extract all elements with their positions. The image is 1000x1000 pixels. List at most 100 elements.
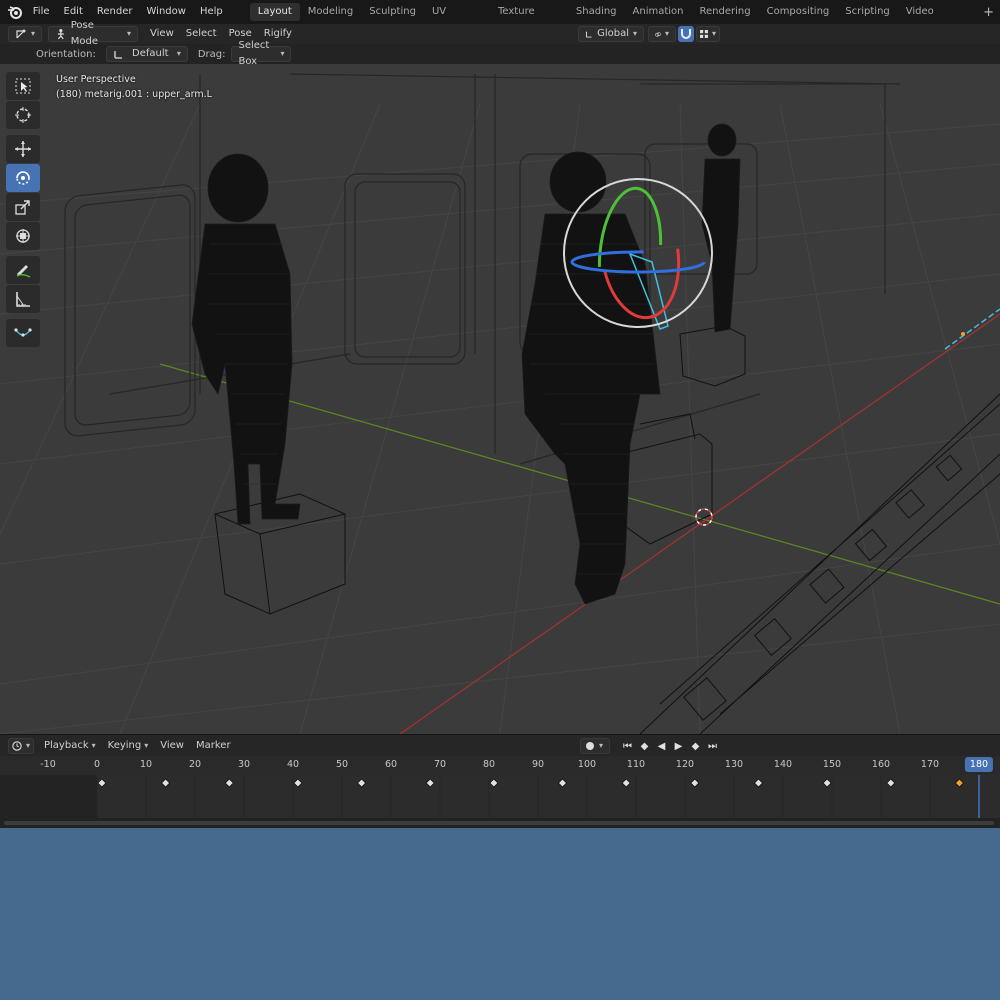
menu-window[interactable]: Window xyxy=(140,0,193,24)
cursor-tool[interactable] xyxy=(6,101,40,129)
keyframe[interactable] xyxy=(690,778,700,788)
jump-start-button[interactable]: ⏮ xyxy=(620,738,635,754)
tab-modeling[interactable]: Modeling xyxy=(300,3,362,21)
bone-envelope-tool[interactable] xyxy=(6,319,40,347)
timeline-scrollbar[interactable] xyxy=(0,818,1000,828)
scrollbar-thumb[interactable] xyxy=(4,821,994,825)
menu-select[interactable]: Select xyxy=(180,26,223,42)
play-button[interactable]: ▶ xyxy=(671,738,686,754)
scale-tool[interactable] xyxy=(6,193,40,221)
rotate-icon xyxy=(16,171,30,185)
move-tool[interactable] xyxy=(6,135,40,163)
scale-icon xyxy=(15,200,30,215)
auto-keying-toggle[interactable]: ▾ xyxy=(580,738,610,754)
keyframe[interactable] xyxy=(357,778,367,788)
play-reverse-icon: ◀ xyxy=(657,740,666,752)
frame-tick: 40 xyxy=(286,759,300,770)
pivot-dropdown[interactable]: ▾ xyxy=(648,26,676,42)
track-structure xyxy=(639,393,1000,734)
move-icon xyxy=(15,141,31,157)
current-frame-indicator[interactable]: 180 xyxy=(964,757,994,772)
menu-help[interactable]: Help xyxy=(193,0,230,24)
tab-video-editing[interactable]: Video Editing xyxy=(898,3,977,35)
keyframe[interactable] xyxy=(621,778,631,788)
playback-menu[interactable]: Playback ▾ xyxy=(38,738,102,754)
tab-sculpting[interactable]: Sculpting xyxy=(361,3,424,21)
frame-tick: 60 xyxy=(384,759,398,770)
jump-end-button[interactable]: ⏭ xyxy=(705,738,720,754)
prev-keyframe-button[interactable]: ◆ xyxy=(637,738,652,754)
record-icon xyxy=(586,742,594,750)
keyframe[interactable] xyxy=(293,778,303,788)
mode-dropdown[interactable]: Pose Mode ▾ xyxy=(48,20,139,47)
chevron-down-icon: ▾ xyxy=(144,740,149,750)
chevron-down-icon: ▾ xyxy=(127,29,132,38)
frame-tick: 130 xyxy=(724,759,744,770)
keyframe[interactable] xyxy=(557,778,568,788)
select-box-tool[interactable] xyxy=(6,72,40,100)
tab-rendering[interactable]: Rendering xyxy=(692,3,759,21)
tab-layout[interactable]: Layout xyxy=(249,3,300,21)
top-menu-bar: File Edit Render Window Help Layout Mode… xyxy=(0,0,1000,35)
jump-start-icon: ⏮ xyxy=(623,740,632,752)
keyframe[interactable] xyxy=(886,778,896,788)
timeline-header: ▾ Playback ▾ Keying ▾ View Marker ▾ ⏮ ◆ … xyxy=(0,734,1000,756)
pose-mode-icon xyxy=(57,29,64,40)
transform-tool[interactable] xyxy=(6,222,40,250)
keying-menu[interactable]: Keying ▾ xyxy=(102,738,155,754)
timeline-ruler[interactable]: -10 0 10 20 30 40 50 60 70 80 90 100 110 120 130 140 150… xyxy=(0,756,1000,775)
play-reverse-button[interactable]: ◀ xyxy=(654,738,669,754)
tab-scripting[interactable]: Scripting xyxy=(837,3,897,21)
blender-logo-icon[interactable] xyxy=(4,0,26,24)
editor-type-dropdown[interactable]: ▾ xyxy=(8,26,43,42)
timeline-editor-type[interactable]: ▾ xyxy=(8,737,34,754)
transform-orientation-dropdown[interactable]: Global ▾ xyxy=(578,26,644,42)
play-icon: ▶ xyxy=(674,740,683,752)
viewport-header: ▾ Pose Mode ▾ View Select Pose Rigify Gl… xyxy=(0,20,1000,47)
grid-snap-icon xyxy=(700,30,708,38)
timeline-keyframes-area[interactable] xyxy=(0,775,1000,818)
keyframe[interactable] xyxy=(224,778,234,788)
tab-uv-editing[interactable]: UV Editing xyxy=(424,3,490,35)
annotate-icon xyxy=(16,265,31,278)
menu-view[interactable]: View xyxy=(144,26,180,42)
snap-toggle[interactable] xyxy=(678,26,694,42)
rotate-tool[interactable] xyxy=(6,164,40,192)
add-workspace-button[interactable]: + xyxy=(977,5,1000,20)
keyframe[interactable] xyxy=(425,778,435,788)
frame-tick: 140 xyxy=(773,759,793,770)
keyframe[interactable] xyxy=(489,778,499,788)
timeline-marker-menu[interactable]: Marker xyxy=(190,738,237,754)
tab-compositing[interactable]: Compositing xyxy=(759,3,838,21)
playback-controls: ▾ ⏮ ◆ ◀ ▶ ◆ ⏭ xyxy=(580,738,720,754)
3d-viewport-icon xyxy=(16,29,26,39)
snap-target-dropdown[interactable]: ▾ xyxy=(696,26,720,42)
annotate-tool[interactable] xyxy=(6,256,40,284)
measure-tool[interactable] xyxy=(6,285,40,313)
workspace-tabs: Layout Modeling Sculpting UV Editing Tex… xyxy=(249,0,1000,35)
tab-texture-paint[interactable]: Texture Paint xyxy=(490,3,568,35)
keyframe[interactable] xyxy=(954,778,964,788)
orientation-label: Global xyxy=(597,28,629,39)
next-keyframe-button[interactable]: ◆ xyxy=(688,738,703,754)
chevron-down-icon: ▾ xyxy=(664,29,669,38)
keyframe[interactable] xyxy=(97,778,107,788)
bone-tool-icon xyxy=(14,328,32,337)
chevron-down-icon: ▾ xyxy=(711,29,716,38)
orientation-setting-dropdown[interactable]: Default ▾ xyxy=(105,46,188,62)
keyframe-track xyxy=(47,775,980,818)
keyframe[interactable] xyxy=(753,778,764,788)
keyframe[interactable] xyxy=(822,778,832,788)
clock-icon xyxy=(12,740,22,751)
tab-shading[interactable]: Shading xyxy=(568,3,625,21)
tab-animation[interactable]: Animation xyxy=(625,3,692,21)
chevron-down-icon: ▾ xyxy=(25,740,30,750)
3d-viewport[interactable]: User Perspective (180) metarig.001 : upp… xyxy=(0,64,1000,734)
pivot-icon xyxy=(655,31,661,37)
timeline-view-menu[interactable]: View xyxy=(154,738,190,754)
drag-setting-dropdown[interactable]: Select Box ▾ xyxy=(231,40,292,67)
frame-tick: 30 xyxy=(237,759,251,770)
keyframe[interactable] xyxy=(161,778,171,788)
frame-tick: 0 xyxy=(93,759,101,770)
menu-file[interactable]: File xyxy=(26,0,57,24)
